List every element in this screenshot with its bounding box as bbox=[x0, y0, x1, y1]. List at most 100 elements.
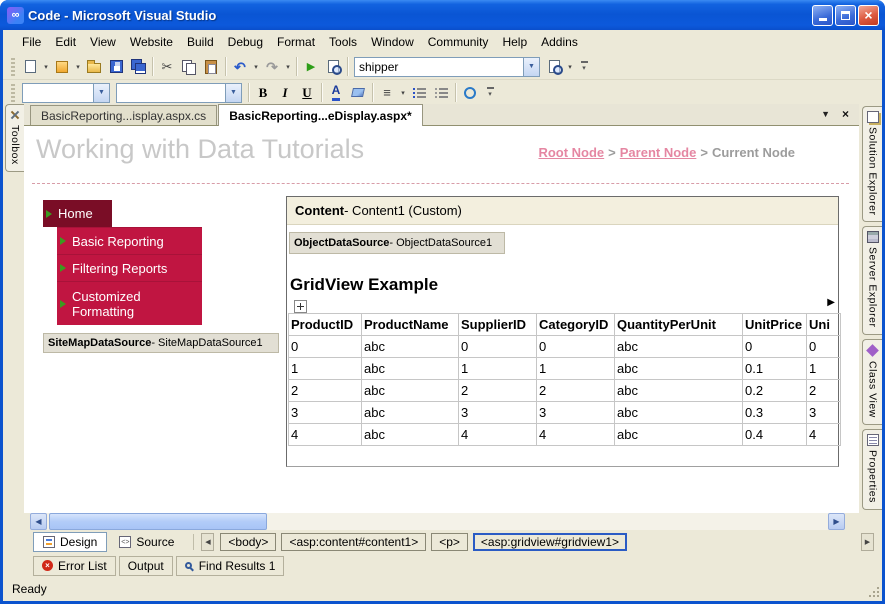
source-view-button[interactable]: Source bbox=[109, 532, 184, 552]
menu-item-file[interactable]: File bbox=[15, 32, 48, 52]
scroll-right-icon[interactable]: ▶ bbox=[828, 513, 845, 530]
paste-button[interactable] bbox=[200, 56, 222, 78]
cut-button[interactable]: ✂ bbox=[156, 56, 178, 78]
font-name-dropdown-icon[interactable]: ▼ bbox=[225, 83, 241, 102]
design-surface[interactable]: Working with Data Tutorials Root Node > Pa… bbox=[24, 126, 859, 513]
nav-item-customized-formatting[interactable]: Customized Formatting bbox=[57, 281, 202, 325]
scrollbar-thumb[interactable] bbox=[49, 513, 267, 530]
align-button[interactable]: ≡ bbox=[376, 82, 398, 104]
tab-class-view[interactable]: Class View bbox=[862, 338, 882, 425]
add-item-button[interactable] bbox=[51, 56, 73, 78]
menu-item-build[interactable]: Build bbox=[180, 32, 221, 52]
menu-item-debug[interactable]: Debug bbox=[221, 32, 270, 52]
tab-server-explorer[interactable]: Server Explorer bbox=[862, 226, 882, 335]
resize-grip[interactable] bbox=[866, 584, 880, 598]
gridview-control[interactable]: ProductID ProductName SupplierID Categor… bbox=[288, 313, 841, 446]
tab-error-list[interactable]: Error List bbox=[33, 555, 116, 576]
nav-item-home[interactable]: Home bbox=[43, 200, 112, 227]
menu-item-edit[interactable]: Edit bbox=[48, 32, 83, 52]
grid-header-row: ProductID ProductName SupplierID Categor… bbox=[288, 313, 841, 336]
bold-button[interactable]: B bbox=[252, 82, 274, 104]
redo-button[interactable]: ↷ bbox=[261, 56, 283, 78]
numbered-list-button[interactable] bbox=[430, 82, 452, 104]
block-format-combo[interactable]: ▼ bbox=[22, 82, 110, 103]
design-view-button[interactable]: Design bbox=[33, 532, 108, 552]
add-item-dropdown-icon[interactable]: ▾ bbox=[73, 56, 83, 78]
tab-list-icon[interactable]: ▼ bbox=[821, 109, 830, 119]
find-dropdown-icon[interactable]: ▾ bbox=[565, 56, 575, 78]
open-file-button[interactable] bbox=[83, 56, 105, 78]
error-list-icon bbox=[42, 560, 53, 571]
tab-output[interactable]: Output bbox=[118, 555, 173, 576]
titlebar[interactable]: ∞ Code - Microsoft Visual Studio × bbox=[0, 0, 885, 30]
bullet-list-button[interactable] bbox=[408, 82, 430, 104]
new-item-button[interactable] bbox=[19, 56, 41, 78]
tab-properties[interactable]: Properties bbox=[862, 428, 882, 510]
scrollbar-track[interactable] bbox=[47, 513, 828, 530]
tab-label: Class View bbox=[866, 360, 879, 418]
redo-dropdown-icon[interactable]: ▾ bbox=[283, 56, 293, 78]
save-all-button[interactable] bbox=[127, 56, 149, 78]
toolbar-overflow-button[interactable]: ▾ bbox=[484, 82, 496, 104]
new-item-dropdown-icon[interactable]: ▾ bbox=[41, 56, 51, 78]
italic-button[interactable]: I bbox=[274, 82, 296, 104]
close-button[interactable]: × bbox=[858, 4, 879, 26]
toolbar-drag-handle[interactable] bbox=[11, 57, 15, 76]
tag-p[interactable]: <p> bbox=[431, 533, 468, 551]
tag-asp-content[interactable]: <asp:content#content1> bbox=[281, 533, 427, 551]
horizontal-scrollbar[interactable]: ◀ ▶ bbox=[30, 513, 845, 530]
grid-cell: abc bbox=[361, 335, 459, 358]
tab-solution-explorer[interactable]: Solution Explorer bbox=[862, 106, 882, 223]
find-combo-dropdown-icon[interactable]: ▼ bbox=[523, 57, 539, 76]
menu-item-website[interactable]: Website bbox=[123, 32, 180, 52]
menu-item-view[interactable]: View bbox=[83, 32, 123, 52]
maximize-icon bbox=[841, 10, 850, 20]
toolbar-drag-handle[interactable] bbox=[11, 83, 15, 102]
save-button[interactable] bbox=[105, 56, 127, 78]
tab-find-results[interactable]: Find Results 1 bbox=[175, 555, 285, 576]
menu-item-format[interactable]: Format bbox=[270, 32, 322, 52]
menu-item-addins[interactable]: Addins bbox=[534, 32, 585, 52]
undo-button[interactable]: ↶ bbox=[229, 56, 251, 78]
tag-nav-right-icon[interactable]: ▶ bbox=[861, 533, 874, 551]
grid-cell: 2 bbox=[288, 379, 362, 402]
find-combo[interactable]: shipper ▼ bbox=[354, 56, 540, 77]
highlight-button[interactable] bbox=[347, 82, 369, 104]
gridview-move-handle[interactable] bbox=[294, 300, 307, 313]
tag-body[interactable]: <body> bbox=[220, 533, 277, 551]
content-control[interactable]: Content - Content1 (Custom) ObjectDataSo… bbox=[286, 196, 841, 467]
block-format-dropdown-icon[interactable]: ▼ bbox=[93, 83, 109, 102]
tag-nav-left-icon[interactable]: ◀ bbox=[201, 533, 215, 551]
menu-item-window[interactable]: Window bbox=[364, 32, 421, 52]
object-datasource-control[interactable]: ObjectDataSource - ObjectDataSource1 bbox=[289, 232, 505, 254]
preview-button[interactable] bbox=[322, 56, 344, 78]
toolbar-overflow-button[interactable]: ▾ bbox=[578, 56, 590, 78]
tab-basicreporting-codebehind[interactable]: BasicReporting...isplay.aspx.cs bbox=[30, 105, 218, 125]
scroll-left-icon[interactable]: ◀ bbox=[30, 513, 47, 530]
undo-dropdown-icon[interactable]: ▾ bbox=[251, 56, 261, 78]
align-dropdown-icon[interactable]: ▾ bbox=[398, 82, 408, 104]
breadcrumb-root-link[interactable]: Root Node bbox=[538, 145, 604, 160]
menu-item-tools[interactable]: Tools bbox=[322, 32, 364, 52]
minimize-button[interactable] bbox=[812, 4, 833, 26]
nav-item-basic-reporting[interactable]: Basic Reporting bbox=[57, 227, 202, 254]
menu-item-help[interactable]: Help bbox=[495, 32, 534, 52]
smart-tag-icon[interactable]: ▶ bbox=[827, 298, 835, 308]
tab-close-icon[interactable]: × bbox=[842, 108, 849, 120]
tab-basicreporting-aspx[interactable]: BasicReporting...eDisplay.aspx* bbox=[218, 104, 423, 126]
start-debug-button[interactable]: ▶ bbox=[300, 56, 322, 78]
nav-item-filtering-reports[interactable]: Filtering Reports bbox=[57, 254, 202, 281]
menu-item-community[interactable]: Community bbox=[421, 32, 496, 52]
toolbox-tab[interactable]: Toolbox bbox=[5, 104, 24, 172]
font-name-combo[interactable]: ▼ bbox=[116, 82, 242, 103]
sitemap-datasource-control[interactable]: SiteMapDataSource - SiteMapDataSource1 bbox=[43, 333, 279, 353]
font-color-button[interactable]: A bbox=[325, 82, 347, 104]
find-in-files-button[interactable] bbox=[543, 56, 565, 78]
hyperlink-button[interactable] bbox=[459, 82, 481, 104]
underline-button[interactable]: U bbox=[296, 82, 318, 104]
grid-cell: abc bbox=[614, 335, 743, 358]
breadcrumb-parent-link[interactable]: Parent Node bbox=[620, 145, 697, 160]
tag-asp-gridview[interactable]: <asp:gridview#gridview1> bbox=[472, 533, 627, 551]
copy-button[interactable] bbox=[178, 56, 200, 78]
maximize-button[interactable] bbox=[835, 4, 856, 26]
